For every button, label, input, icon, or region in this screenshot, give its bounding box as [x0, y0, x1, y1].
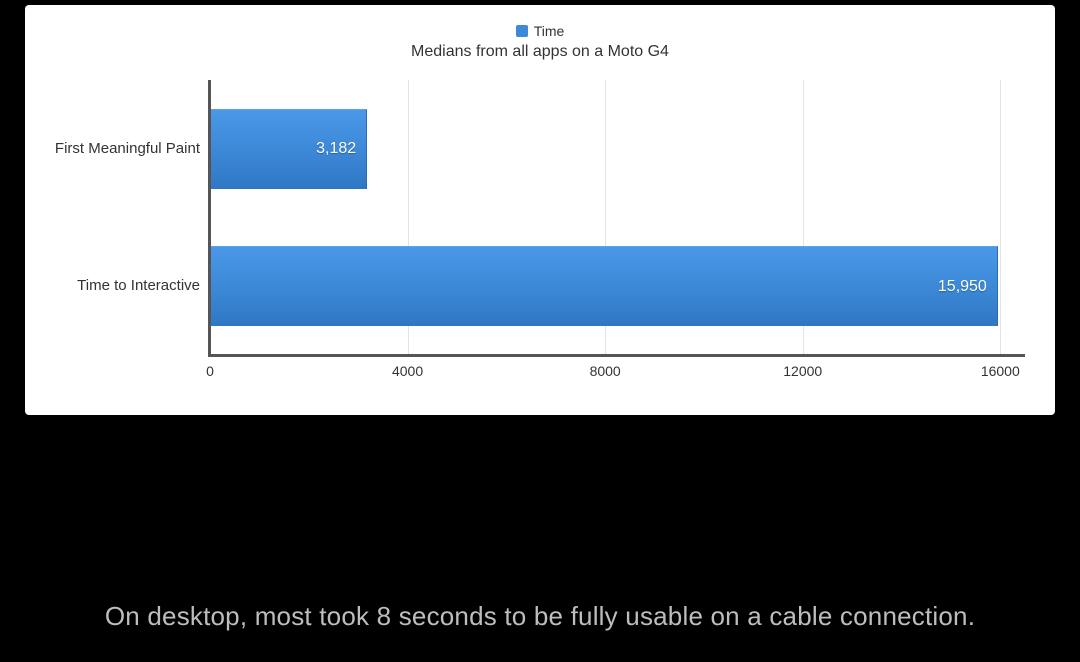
category-label: Time to Interactive: [0, 277, 200, 294]
x-tick-label: 4000: [392, 363, 423, 379]
x-tick-label: 0: [206, 363, 214, 379]
bar: 15,950: [210, 246, 998, 326]
bar-value-label: 3,182: [316, 140, 356, 158]
legend-series-label: Time: [534, 23, 565, 39]
x-axis-line: [208, 354, 1025, 357]
x-tick-label: 8000: [590, 363, 621, 379]
footer-caption: On desktop, most took 8 seconds to be fu…: [0, 601, 1080, 632]
chart-title: Medians from all apps on a Moto G4: [25, 43, 1055, 61]
chart-legend: Time: [25, 23, 1055, 39]
x-tick-label: 16000: [981, 363, 1020, 379]
legend-swatch-icon: [516, 25, 528, 37]
chart-card: Time Medians from all apps on a Moto G4 …: [25, 5, 1055, 415]
plot-area: 3,182 15,950: [210, 80, 1025, 355]
y-axis-line: [208, 80, 211, 355]
x-tick-label: 12000: [783, 363, 822, 379]
category-label: First Meaningful Paint: [0, 140, 200, 157]
bar-value-label: 15,950: [938, 278, 987, 296]
bar: 3,182: [210, 109, 367, 189]
gridline: [1000, 80, 1001, 355]
